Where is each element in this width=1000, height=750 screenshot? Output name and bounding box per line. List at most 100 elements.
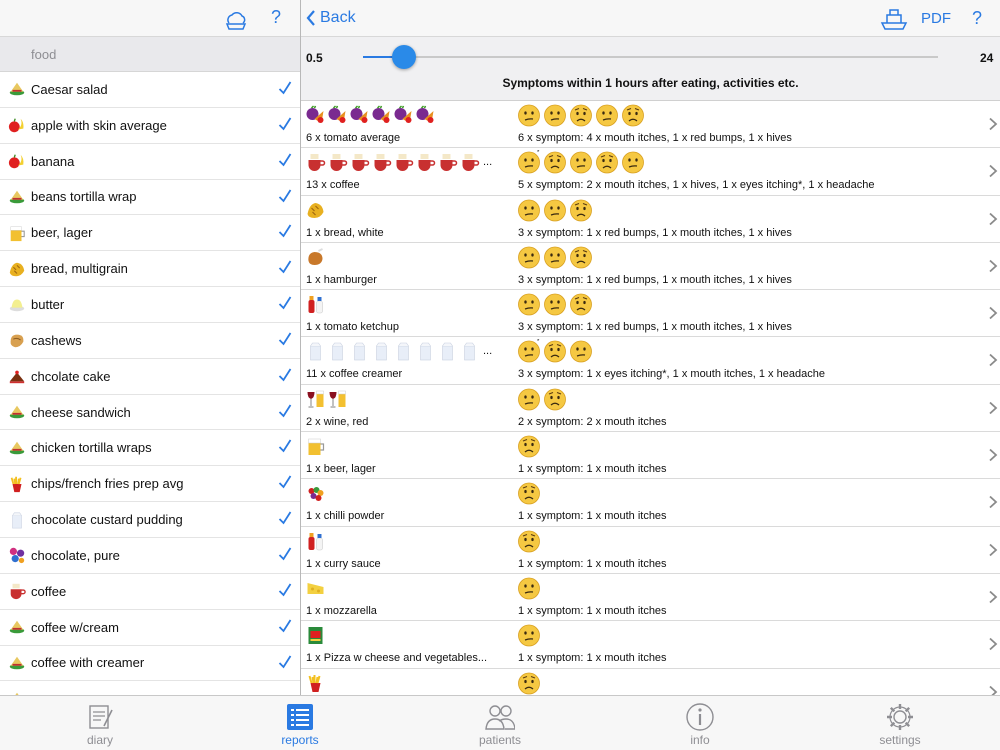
tab-diary[interactable]: diary — [0, 696, 200, 750]
back-button[interactable]: Back — [306, 9, 356, 27]
food-summary: 6 x tomato average — [306, 132, 401, 144]
chevron-right-icon — [989, 448, 998, 462]
food-list-item[interactable]: chocolate custard pudding — [0, 502, 300, 538]
checkmark-icon — [278, 296, 292, 310]
tab-reports[interactable]: reports — [200, 696, 400, 750]
neutral-face-icon — [518, 624, 540, 647]
food-list-item[interactable]: Caesar salad — [0, 72, 300, 108]
chevron-right-icon — [989, 496, 998, 509]
food-list-pane: ? food Caesar salad apple with skin avera… — [0, 0, 300, 695]
food-list-item[interactable]: beans tortilla wrap — [0, 180, 300, 216]
food-list-item[interactable] — [0, 681, 300, 695]
food-list-item[interactable]: cheese sandwich — [0, 395, 300, 431]
food-list-item[interactable]: chicken tortilla wraps — [0, 430, 300, 467]
coffee-icon — [352, 154, 370, 172]
wine-icon — [329, 390, 346, 408]
ship-icon[interactable] — [879, 6, 909, 32]
tab-label: patients — [478, 733, 522, 747]
food-label: chips/french fries prep avg — [31, 476, 184, 492]
cloud-icon[interactable] — [222, 6, 250, 32]
food-summary: 13 x coffee — [306, 179, 360, 192]
symptom-faces — [517, 245, 595, 269]
food-icons — [305, 105, 437, 125]
symptom-faces — [517, 292, 595, 316]
search-input[interactable]: food — [0, 37, 300, 72]
worried-face-icon — [518, 672, 540, 694]
worried-face-icon — [570, 246, 592, 269]
list-icon — [287, 704, 313, 730]
report-row[interactable]: 1 x bread, white 3 x symptom: 1 x red bum… — [301, 196, 1000, 243]
food-list-item[interactable]: coffee — [0, 574, 300, 610]
report-row[interactable]: ... 11 x coffee creamer * 3 x symptom: 1 x … — [301, 337, 1000, 385]
coffee-icon — [418, 154, 436, 172]
report-row[interactable]: 1 x tomato ketchup 3 x symptom: 1 x red b… — [301, 290, 1000, 338]
neutral-face-icon — [544, 104, 566, 127]
food-label: cashews — [31, 332, 82, 348]
left-help-button[interactable]: ? — [271, 7, 281, 28]
butter-icon — [9, 299, 25, 312]
report-row[interactable]: ... 13 x coffee * 5 x symptom: 2 x mouth it… — [301, 148, 1000, 196]
checkmark-icon — [278, 475, 292, 489]
checkmark-icon — [278, 332, 292, 346]
slider-thumb[interactable] — [392, 45, 416, 69]
report-row[interactable]: 6 x tomato average 6 x symptom: 4 x mouth… — [301, 101, 1000, 149]
tab-info[interactable]: info — [600, 696, 800, 750]
food-list-item[interactable]: bread, multigrain — [0, 251, 300, 288]
report-row[interactable]: 2 x wine, red 2 x symptom: 2 x mouth itch… — [301, 385, 1000, 433]
coffee-icon — [440, 154, 458, 172]
pdf-button[interactable]: PDF — [921, 10, 951, 27]
food-list-item[interactable]: cashews — [0, 323, 300, 359]
info-icon — [686, 703, 714, 731]
worried-face-icon — [596, 151, 618, 174]
food-list-item[interactable]: coffee w/cream — [0, 610, 300, 646]
food-list-item[interactable]: beer, lager — [0, 215, 300, 252]
food-summary: 1 x hamburger — [306, 273, 377, 286]
candy-icon — [9, 548, 25, 564]
milk-icon — [376, 343, 387, 361]
report-row[interactable]: 1 x mozzarella 1 x symptom: 1 x mouth itc… — [301, 574, 1000, 622]
tab-settings[interactable]: settings — [800, 696, 1000, 750]
grapes-icon — [308, 487, 324, 502]
food-summary: 1 x chilli powder — [306, 510, 385, 523]
food-list-item[interactable]: banana — [0, 144, 300, 180]
food-icons — [305, 483, 327, 503]
checkmark-icon — [278, 189, 292, 202]
food-list-item[interactable]: coffee with creamer — [0, 646, 300, 682]
food-list-item[interactable]: chips/french fries prep avg — [0, 466, 300, 503]
hours-slider[interactable] — [363, 56, 938, 58]
food-list-item[interactable]: chcolate cake — [0, 359, 300, 395]
food-list-item[interactable]: apple with skin average — [0, 108, 300, 144]
report-row[interactable] — [301, 669, 1000, 695]
tab-label: reports — [281, 733, 319, 747]
neutral-face-icon — [518, 246, 540, 269]
time-window-controls: 0.5 24 Symptoms within 1 hours after eat… — [301, 37, 1000, 101]
symptom-faces — [517, 103, 647, 127]
fries-icon — [308, 674, 321, 692]
nav-bar: Back PDF ? — [301, 0, 1000, 37]
milk-icon — [354, 343, 365, 361]
help-button[interactable]: ? — [972, 8, 982, 29]
chevron-right-icon — [989, 259, 998, 273]
report-row[interactable]: 1 x Pizza w cheese and vegetables... 1 x … — [301, 621, 1000, 669]
report-row[interactable]: 1 x curry sauce 1 x symptom: 1 x mouth it… — [301, 527, 1000, 574]
cheese-icon — [307, 582, 324, 594]
food-list-item[interactable]: butter — [0, 287, 300, 323]
fruit-icon — [8, 118, 24, 133]
report-row[interactable]: 1 x hamburger 3 x symptom: 1 x red bumps,… — [301, 243, 1000, 291]
chevron-right-icon — [989, 638, 998, 651]
tab-patients[interactable]: patients — [400, 696, 600, 750]
food-label: beans tortilla wrap — [31, 189, 137, 205]
food-icons — [305, 531, 327, 551]
svg-text:*: * — [537, 339, 540, 345]
food-label: chocolate, pure — [31, 547, 120, 563]
symptom-faces — [517, 671, 543, 695]
food-list-item[interactable]: chocolate, pure — [0, 538, 300, 574]
neutral-face-icon — [622, 151, 644, 174]
vegetables-icon — [394, 105, 412, 123]
neutral-face-icon — [570, 341, 592, 363]
report-row[interactable]: 1 x beer, lager 1 x symptom: 1 x mouth it… — [301, 432, 1000, 480]
svg-text:*: * — [537, 150, 540, 156]
neutral-face-icon — [518, 104, 540, 127]
chevron-right-icon — [989, 117, 998, 131]
report-row[interactable]: 1 x chilli powder 1 x symptom: 1 x mouth … — [301, 479, 1000, 527]
